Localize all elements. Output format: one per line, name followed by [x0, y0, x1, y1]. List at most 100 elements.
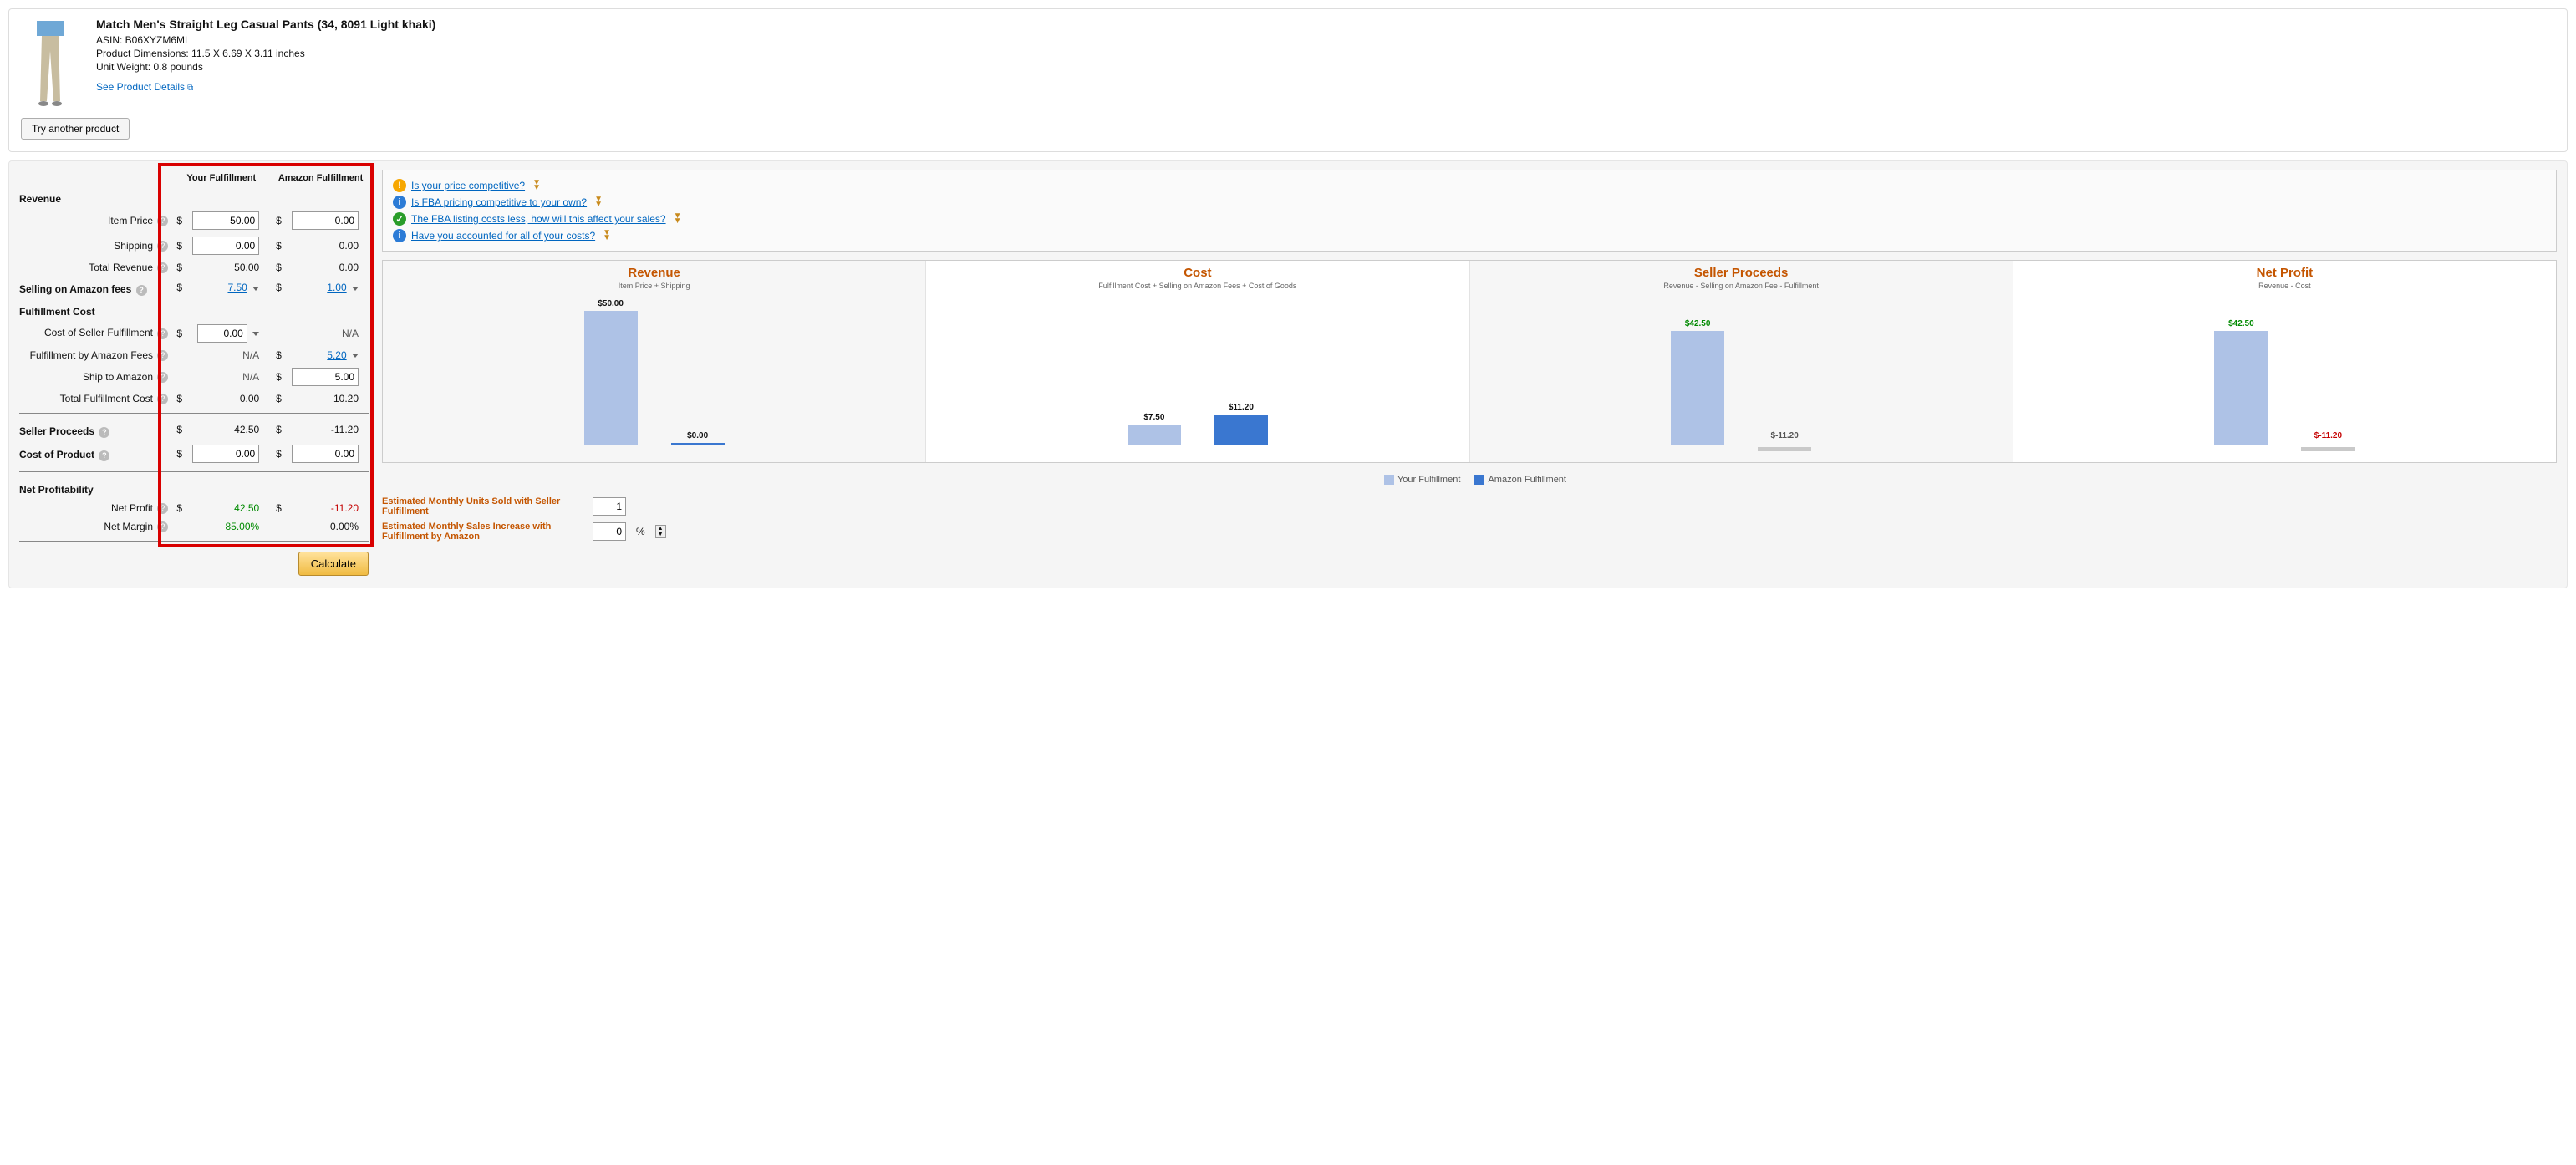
input-estimated-increase[interactable] [593, 522, 626, 541]
bar: $50.00 [584, 299, 638, 445]
section-fulfillment-cost: Fulfillment Cost [18, 299, 370, 321]
legend-label-amazon: Amazon Fulfillment [1488, 475, 1566, 485]
value-net-profit-amazon: -11.20 [284, 499, 370, 517]
label-item-price: Item Price [108, 215, 153, 226]
link-selling-fees-amazon[interactable]: 1.00 [327, 282, 346, 293]
chart-net-profit: Net Profit Revenue - Cost $42.50 $-11.20 [2013, 261, 2556, 462]
bar-label: $42.50 [2228, 319, 2254, 328]
chart-title: Seller Proceeds [1474, 266, 2009, 280]
spinner-down-icon[interactable]: ▼ [656, 532, 665, 537]
double-chevron-down-icon[interactable]: ▼▼ [674, 214, 682, 224]
bar-negative [2301, 447, 2355, 451]
bar: $11.20 [1214, 403, 1268, 445]
label-shipping: Shipping [114, 240, 153, 252]
value-fba-fees-your: N/A [185, 346, 271, 364]
section-revenue: Revenue [18, 186, 370, 208]
product-title: Match Men's Straight Leg Casual Pants (3… [96, 18, 435, 31]
help-icon[interactable]: ? [157, 503, 168, 514]
try-another-product-button[interactable]: Try another product [21, 118, 130, 140]
help-icon[interactable]: ? [157, 328, 168, 339]
label-total-revenue: Total Revenue [89, 262, 153, 273]
double-chevron-down-icon[interactable]: ▼▼ [532, 181, 541, 191]
label-total-fulfillment-cost: Total Fulfillment Cost [60, 393, 153, 404]
bar-rect [1671, 331, 1724, 445]
chart-title: Net Profit [2017, 266, 2553, 280]
bar: $7.50 [1128, 413, 1181, 445]
message-link[interactable]: The FBA listing costs less, how will thi… [411, 213, 666, 225]
help-icon[interactable]: ? [157, 350, 168, 361]
chart-seller-proceeds: Seller Proceeds Revenue - Selling on Amaz… [1470, 261, 2013, 462]
chart-subtitle: Revenue - Cost [2017, 282, 2553, 290]
bar: $0.00 [671, 431, 725, 445]
input-ship-to-amazon-amazon[interactable] [292, 368, 359, 386]
chart-title: Cost [929, 266, 1465, 280]
help-icon[interactable]: ? [157, 262, 168, 273]
chevron-down-icon[interactable] [352, 354, 359, 358]
help-icon[interactable]: ? [157, 394, 168, 404]
see-product-details-link[interactable]: See Product Details⧉ [96, 81, 193, 93]
pct-suffix: % [636, 526, 645, 537]
input-cost-of-product-amazon[interactable] [292, 445, 359, 463]
column-header-amazon: Amazon Fulfillment [271, 170, 370, 186]
chevron-down-icon[interactable] [252, 287, 259, 291]
legend-swatch-your [1384, 475, 1394, 485]
help-icon[interactable]: ? [157, 521, 168, 532]
calculator-pane: Your Fulfillment Amazon Fulfillment Reve… [8, 160, 2568, 588]
chart-cost: CostFulfillment Cost + Selling on Amazon… [926, 261, 1469, 462]
value-cost-seller-fulfillment-amazon: N/A [284, 321, 370, 346]
input-item-price-amazon[interactable] [292, 211, 359, 230]
link-selling-fees-your[interactable]: 7.50 [227, 282, 247, 293]
bar: $-11.20 [2301, 431, 2355, 445]
help-icon[interactable]: ? [157, 241, 168, 252]
bar-rect [2214, 331, 2268, 445]
double-chevron-down-icon[interactable]: ▼▼ [594, 197, 603, 207]
help-icon[interactable]: ? [157, 216, 168, 226]
value-seller-proceeds-your: 42.50 [185, 419, 271, 440]
input-estimated-units[interactable] [593, 497, 626, 516]
message-row: ✓ The FBA listing costs less, how will th… [393, 211, 2546, 227]
help-icon[interactable]: ? [136, 285, 147, 296]
bar-negative [1758, 447, 1811, 451]
ok-icon: ✓ [393, 212, 406, 226]
product-panel: Match Men's Straight Leg Casual Pants (3… [8, 8, 2568, 152]
double-chevron-down-icon[interactable]: ▼▼ [603, 231, 611, 241]
bar: $-11.20 [1758, 431, 1811, 445]
input-item-price-your[interactable] [192, 211, 259, 230]
help-icon[interactable]: ? [99, 450, 109, 461]
bar-label: $0.00 [687, 431, 708, 440]
message-link[interactable]: Is FBA pricing competitive to your own? [411, 196, 587, 208]
chart-subtitle: Item Price + Shipping [386, 282, 922, 290]
message-link[interactable]: Is your price competitive? [411, 180, 525, 191]
product-dimensions: Product Dimensions: 11.5 X 6.69 X 3.11 i… [96, 48, 435, 59]
spinner-estimated-increase[interactable]: ▲▼ [655, 525, 666, 538]
link-fba-fees-amazon[interactable]: 5.20 [327, 349, 346, 361]
spinner-up-icon[interactable]: ▲ [656, 526, 665, 532]
help-icon[interactable]: ? [157, 372, 168, 383]
chevron-down-icon[interactable] [252, 332, 259, 336]
section-net-profitability: Net Profitability [18, 477, 370, 499]
label-net-margin: Net Margin [104, 521, 153, 532]
chart-legend: Your Fulfillment Amazon Fulfillment [382, 468, 2557, 491]
value-shipping-amazon: 0.00 [284, 233, 370, 258]
section-cost-of-product: Cost of Product [19, 449, 94, 460]
product-asin: ASIN: B06XYZM6ML [96, 34, 435, 46]
value-net-profit-your: 42.50 [185, 499, 271, 517]
help-icon[interactable]: ? [99, 427, 109, 438]
chart-subtitle: Revenue - Selling on Amazon Fee - Fulfil… [1474, 282, 2009, 290]
bar-label: $-11.20 [2314, 431, 2342, 440]
label-ship-to-amazon: Ship to Amazon [83, 371, 153, 383]
value-total-fulfillment-amazon: 10.20 [284, 389, 370, 408]
value-total-fulfillment-your: 0.00 [185, 389, 271, 408]
message-link[interactable]: Have you accounted for all of your costs… [411, 230, 595, 242]
product-info: Match Men's Straight Leg Casual Pants (3… [96, 18, 435, 109]
input-cost-of-product-your[interactable] [192, 445, 259, 463]
value-seller-proceeds-amazon: -11.20 [284, 419, 370, 440]
calculate-button[interactable]: Calculate [298, 552, 369, 576]
label-estimated-increase: Estimated Monthly Sales Increase with Fu… [382, 521, 583, 542]
bar-label: $42.50 [1685, 319, 1711, 328]
chevron-down-icon[interactable] [352, 287, 359, 291]
input-cost-seller-fulfillment-your[interactable] [197, 324, 247, 343]
chart-revenue: RevenueItem Price + Shipping$50.00$0.00 [383, 261, 926, 462]
label-estimated-units: Estimated Monthly Units Sold with Seller… [382, 496, 583, 516]
input-shipping-your[interactable] [192, 237, 259, 255]
